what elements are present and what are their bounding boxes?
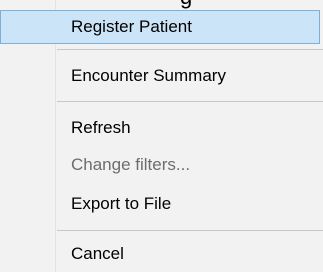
menu-item-label: Change filters... [71, 155, 191, 174]
menu-item-change-filters: Change filters... [0, 148, 323, 182]
menu-separator [57, 101, 323, 102]
menu-separator [57, 230, 323, 231]
menu-item-refresh[interactable]: Refresh [0, 111, 323, 145]
menu-item-label: Encounter Summary [71, 66, 226, 85]
menu-item-encounter-summary[interactable]: Encounter Summary [0, 59, 323, 93]
menu-item-register-patient[interactable]: Register Patient [0, 10, 320, 44]
menu-item-export-to-file[interactable]: Export to File [0, 187, 323, 221]
menu-item-label: Export to File [71, 194, 172, 213]
context-menu: Register Patient Encounter Summary Refre… [0, 0, 323, 272]
window-title-fragment: g [180, 0, 192, 8]
menu-item-cancel[interactable]: Cancel [0, 237, 323, 271]
menu-separator [57, 49, 323, 50]
menu-item-label: Cancel [71, 244, 124, 263]
menu-item-label: Refresh [71, 118, 131, 137]
menu-item-label: Register Patient [71, 17, 192, 36]
page: Register Patient Encounter Summary Refre… [0, 0, 323, 272]
